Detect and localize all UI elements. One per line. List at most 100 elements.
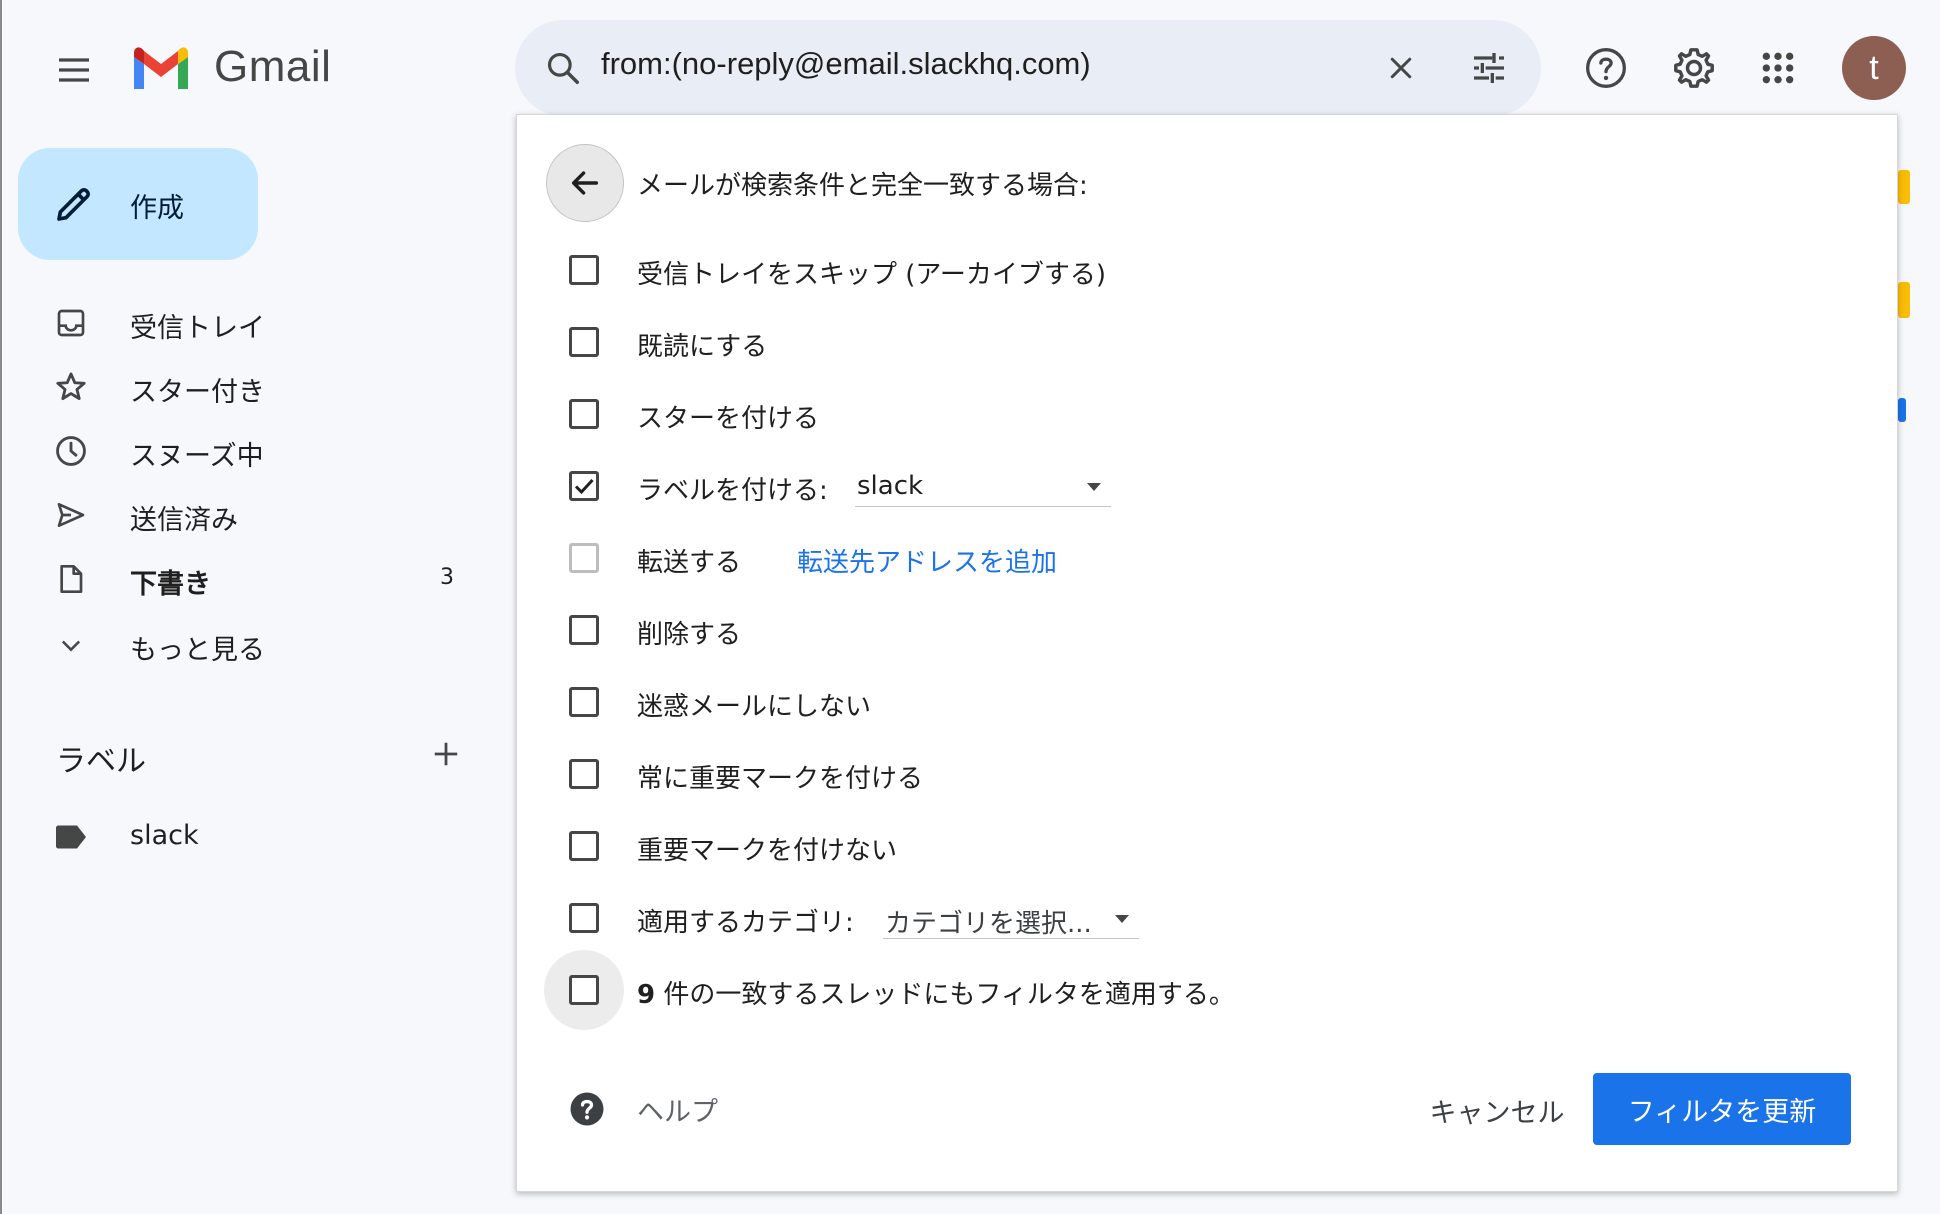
close-icon xyxy=(1390,57,1412,79)
compose-label: 作成 xyxy=(130,193,184,224)
search-button[interactable] xyxy=(539,44,587,92)
option-label: 重要マークを付けない xyxy=(637,836,898,866)
sidebar-item-label: 受信トレイ xyxy=(130,313,265,344)
never-important-checkbox[interactable] xyxy=(569,831,599,861)
inbox-icon xyxy=(54,306,88,340)
plus-icon xyxy=(434,742,458,766)
sidebar-item-label: もっと見る xyxy=(130,635,265,666)
option-label: 転送する xyxy=(637,548,742,578)
dropdown-caret-icon xyxy=(1087,483,1101,491)
option-apply-label: ラベルを付ける: slack xyxy=(517,457,1897,513)
sidebar-item-label: スター付き xyxy=(130,377,265,408)
option-apply-existing: 9 件の一致するスレッドにもフィルタを適用する。 xyxy=(517,950,1897,1030)
sidebar-item-label: 送信済み xyxy=(130,505,238,536)
apps-button[interactable] xyxy=(1748,38,1808,98)
hamburger-icon xyxy=(59,58,89,82)
sidebar-item-label: slack xyxy=(130,820,199,851)
star-icon xyxy=(54,370,88,404)
help-icon[interactable] xyxy=(569,1091,605,1127)
option-never-spam: 迷惑メールにしない xyxy=(517,673,1897,729)
sidebar-item-starred[interactable]: スター付き xyxy=(0,356,470,416)
filter-header: メールが検索条件と完全一致する場合: xyxy=(637,171,1088,201)
dropdown-caret-icon xyxy=(1115,915,1129,923)
always-important-checkbox[interactable] xyxy=(569,759,599,789)
sidebar-item-label: 下書き xyxy=(130,569,211,600)
star-checkbox[interactable] xyxy=(569,399,599,429)
skip-inbox-checkbox[interactable] xyxy=(569,255,599,285)
labels-heading: ラベル xyxy=(56,744,146,779)
option-label: 受信トレイをスキップ (アーカイブする) xyxy=(637,260,1106,290)
sidebar-label-slack[interactable]: slack xyxy=(0,806,470,866)
gear-icon xyxy=(1674,48,1714,88)
apps-grid-icon xyxy=(1762,52,1794,84)
label-select[interactable]: slack xyxy=(855,465,1111,507)
option-star: スターを付ける xyxy=(517,385,1897,441)
sidebar-item-snoozed[interactable]: スヌーズ中 xyxy=(0,420,470,480)
help-link[interactable]: ヘルプ xyxy=(637,1090,718,1129)
option-label: 迷惑メールにしない xyxy=(637,692,872,722)
clear-search-button[interactable] xyxy=(1373,40,1429,96)
match-count: 9 xyxy=(637,980,656,1010)
tune-icon xyxy=(1474,53,1504,83)
option-label: 適用するカテゴリ: xyxy=(637,908,854,938)
option-never-important: 重要マークを付けない xyxy=(517,817,1897,873)
sidebar-item-sent[interactable]: 送信済み xyxy=(0,484,470,544)
option-delete: 削除する xyxy=(517,601,1897,657)
apply-existing-checkbox[interactable] xyxy=(569,975,599,1005)
label-select-value: slack xyxy=(857,471,924,501)
support-button[interactable] xyxy=(1576,38,1636,98)
update-filter-button[interactable]: フィルタを更新 xyxy=(1593,1073,1851,1145)
filter-dialog: メールが検索条件と完全一致する場合: 受信トレイをスキップ (アーカイブする) … xyxy=(516,114,1898,1192)
delete-checkbox[interactable] xyxy=(569,615,599,645)
option-skip-inbox: 受信トレイをスキップ (アーカイブする) xyxy=(517,241,1897,297)
sidebar-item-inbox[interactable]: 受信トレイ xyxy=(0,292,470,352)
background-fragment xyxy=(1898,282,1910,318)
option-label: ラベルを付ける: xyxy=(637,476,828,506)
apply-existing-text: 件の一致するスレッドにもフィルタを適用する。 xyxy=(655,980,1235,1010)
checkmark-icon xyxy=(574,478,594,495)
gmail-logo[interactable]: Gmail xyxy=(130,42,331,92)
option-label: 9 件の一致するスレッドにもフィルタを適用する。 xyxy=(637,974,1235,1011)
apply-label-checkbox[interactable] xyxy=(569,471,599,501)
never-spam-checkbox[interactable] xyxy=(569,687,599,717)
draft-file-icon xyxy=(54,562,88,596)
option-label: 常に重要マークを付ける xyxy=(637,764,924,794)
category-select[interactable]: カテゴリを選択... xyxy=(883,897,1139,939)
option-label: 削除する xyxy=(637,620,742,650)
add-forwarding-address-link[interactable]: 転送先アドレスを追加 xyxy=(797,542,1057,579)
drafts-count-badge: 3 xyxy=(440,565,454,590)
option-category: 適用するカテゴリ: カテゴリを選択... xyxy=(517,889,1897,945)
cancel-button[interactable]: キャンセル xyxy=(1397,1075,1597,1145)
option-label: スターを付ける xyxy=(637,404,820,434)
search-input[interactable]: from:(no-reply@email.slackhq.com) xyxy=(601,46,1091,82)
category-select-value: カテゴリを選択... xyxy=(885,909,1092,939)
chevron-down-icon xyxy=(54,628,88,662)
clock-icon xyxy=(54,434,88,468)
sidebar-item-more[interactable]: もっと見る xyxy=(0,614,470,674)
arrow-back-icon xyxy=(571,171,599,195)
account-avatar[interactable]: t xyxy=(1842,36,1906,100)
category-checkbox[interactable] xyxy=(569,903,599,933)
create-label-button[interactable] xyxy=(422,730,470,778)
main-menu-button[interactable] xyxy=(46,42,102,98)
option-forward: 転送する 転送先アドレスを追加 xyxy=(517,529,1897,585)
settings-button[interactable] xyxy=(1664,38,1724,98)
sidebar-item-label: スヌーズ中 xyxy=(130,441,264,472)
help-circle-icon xyxy=(1586,48,1626,88)
back-button[interactable] xyxy=(546,144,624,222)
gmail-m-icon xyxy=(134,47,188,89)
option-label: 既読にする xyxy=(637,332,768,362)
compose-button[interactable]: 作成 xyxy=(18,148,258,260)
mark-read-checkbox[interactable] xyxy=(569,327,599,357)
search-icon xyxy=(547,52,579,84)
search-bar[interactable]: from:(no-reply@email.slackhq.com) xyxy=(515,20,1541,116)
background-fragment xyxy=(1898,170,1910,204)
send-icon xyxy=(54,498,88,532)
option-mark-read: 既読にする xyxy=(517,313,1897,369)
forward-checkbox[interactable] xyxy=(569,543,599,573)
sidebar-item-drafts[interactable]: 下書き 3 xyxy=(0,548,470,608)
search-options-button[interactable] xyxy=(1461,40,1517,96)
option-always-important: 常に重要マークを付ける xyxy=(517,745,1897,801)
label-tag-icon xyxy=(54,820,88,854)
background-fragment xyxy=(1898,398,1906,422)
